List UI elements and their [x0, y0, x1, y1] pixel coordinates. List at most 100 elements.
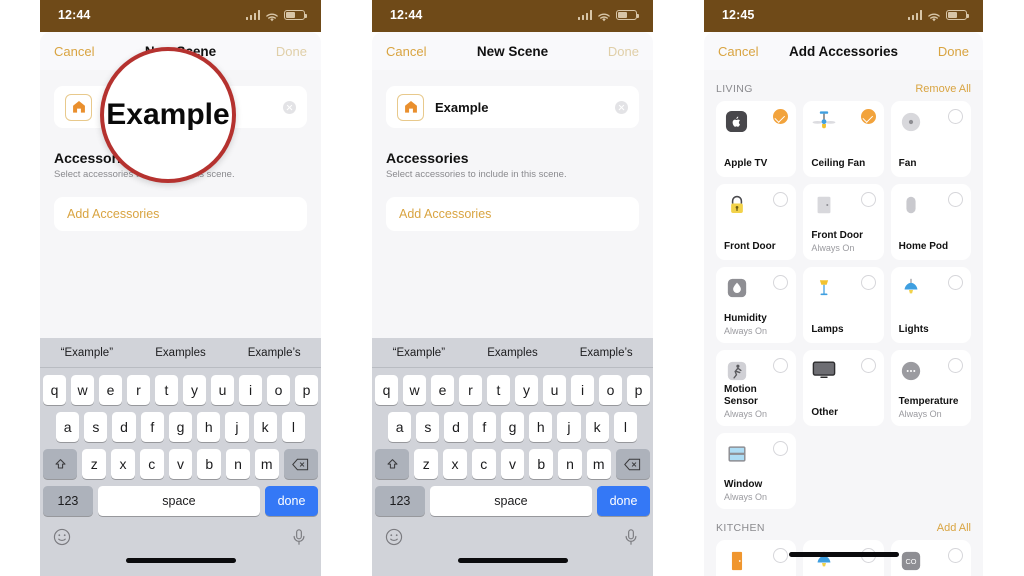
key[interactable]: y	[183, 375, 206, 405]
accessory-tile[interactable]: Window Always On	[716, 433, 797, 509]
space-key[interactable]: space	[97, 486, 260, 516]
key[interactable]: k	[253, 412, 277, 442]
key[interactable]: z	[82, 449, 107, 479]
accessory-toggle[interactable]	[860, 109, 876, 124]
accessory-tile[interactable]: Lamps	[803, 267, 884, 343]
key[interactable]: e	[99, 375, 122, 405]
add-all-button[interactable]: Add All	[937, 522, 971, 534]
prediction-item[interactable]: Examples	[134, 347, 228, 359]
key[interactable]: i	[239, 375, 262, 405]
accessory-toggle[interactable]	[773, 358, 789, 373]
key[interactable]: o	[599, 375, 622, 405]
prediction-item[interactable]: Examples	[466, 347, 560, 359]
shift-icon[interactable]	[43, 449, 78, 479]
accessory-list[interactable]: LIVING Remove All Apple TV Ceiling Fan F…	[704, 83, 983, 576]
key[interactable]: v	[500, 449, 525, 479]
key[interactable]: t	[487, 375, 510, 405]
backspace-icon[interactable]	[283, 449, 318, 479]
emoji-icon[interactable]	[53, 528, 71, 546]
key[interactable]: h	[529, 412, 553, 442]
accessory-tile[interactable]: Fan	[890, 101, 971, 177]
key[interactable]: w	[403, 375, 426, 405]
cancel-button[interactable]: Cancel	[386, 44, 426, 59]
numbers-key[interactable]: 123	[375, 486, 425, 516]
backspace-icon[interactable]	[615, 449, 650, 479]
clear-icon[interactable]	[615, 100, 628, 114]
accessory-tile[interactable]: Other	[803, 350, 884, 426]
key[interactable]: c	[139, 449, 164, 479]
accessory-toggle[interactable]	[948, 192, 963, 207]
key[interactable]: q	[43, 375, 66, 405]
accessory-toggle[interactable]	[860, 275, 876, 290]
done-button[interactable]: Done	[276, 44, 307, 59]
key[interactable]: w	[71, 375, 94, 405]
key[interactable]: h	[197, 412, 221, 442]
accessory-toggle[interactable]	[948, 358, 963, 373]
prediction-item[interactable]: “Example”	[40, 347, 134, 359]
key[interactable]: l	[613, 412, 637, 442]
key[interactable]: u	[211, 375, 234, 405]
accessory-toggle[interactable]	[773, 109, 789, 124]
key[interactable]: n	[558, 449, 582, 479]
key[interactable]: r	[459, 375, 482, 405]
accessory-tile[interactable]: Temperature Always On	[890, 350, 971, 426]
key[interactable]: e	[431, 375, 454, 405]
key[interactable]: y	[515, 375, 538, 405]
emoji-icon[interactable]	[385, 528, 403, 546]
accessory-toggle[interactable]	[860, 358, 876, 373]
done-key[interactable]: done	[265, 486, 318, 516]
key[interactable]: t	[155, 375, 178, 405]
scene-name-field[interactable]: Example	[386, 86, 639, 128]
cancel-button[interactable]: Cancel	[54, 44, 94, 59]
accessory-tile[interactable]: Apple TV	[716, 101, 797, 177]
numbers-key[interactable]: 123	[43, 486, 93, 516]
space-key[interactable]: space	[429, 486, 592, 516]
accessory-toggle[interactable]	[948, 275, 963, 290]
key[interactable]: c	[471, 449, 496, 479]
key[interactable]: s	[416, 412, 440, 442]
accessory-toggle[interactable]	[773, 275, 789, 290]
accessory-tile[interactable]: Lights	[890, 267, 971, 343]
key[interactable]: m	[586, 449, 611, 479]
key[interactable]: k	[585, 412, 609, 442]
key[interactable]: m	[254, 449, 279, 479]
key[interactable]: p	[295, 375, 318, 405]
key[interactable]: a	[56, 412, 80, 442]
prediction-item[interactable]: Example’s	[227, 347, 321, 359]
microphone-icon[interactable]	[290, 528, 308, 546]
key[interactable]: u	[543, 375, 566, 405]
accessory-toggle[interactable]	[948, 109, 963, 124]
key[interactable]: i	[571, 375, 594, 405]
done-key[interactable]: done	[597, 486, 650, 516]
done-button[interactable]: Done	[608, 44, 639, 59]
shift-icon[interactable]	[375, 449, 410, 479]
key[interactable]: g	[500, 412, 525, 442]
key[interactable]: p	[627, 375, 650, 405]
key[interactable]: l	[281, 412, 305, 442]
microphone-icon[interactable]	[622, 528, 640, 546]
done-button[interactable]: Done	[938, 44, 969, 59]
key[interactable]: v	[168, 449, 193, 479]
accessory-toggle[interactable]	[773, 192, 789, 207]
cancel-button[interactable]: Cancel	[718, 44, 758, 59]
accessory-toggle[interactable]	[773, 441, 789, 456]
accessory-tile[interactable]: Ceiling Fan	[803, 101, 884, 177]
key[interactable]: d	[444, 412, 468, 442]
key[interactable]: n	[226, 449, 250, 479]
key[interactable]: b	[197, 449, 222, 479]
accessory-tile[interactable]: Front Door Always On	[803, 184, 884, 260]
key[interactable]: f	[140, 412, 164, 442]
clear-icon[interactable]	[283, 100, 296, 114]
prediction-item[interactable]: “Example”	[372, 347, 466, 359]
key[interactable]: g	[168, 412, 193, 442]
key[interactable]: x	[111, 449, 135, 479]
add-accessories-button[interactable]: Add Accessories	[54, 197, 307, 231]
key[interactable]: q	[375, 375, 398, 405]
key[interactable]: r	[127, 375, 150, 405]
prediction-item[interactable]: Example’s	[559, 347, 653, 359]
accessory-tile[interactable]: Front Door	[716, 184, 797, 260]
key[interactable]: d	[112, 412, 136, 442]
key[interactable]: j	[557, 412, 581, 442]
key[interactable]: b	[529, 449, 554, 479]
remove-all-button[interactable]: Remove All	[915, 83, 971, 95]
